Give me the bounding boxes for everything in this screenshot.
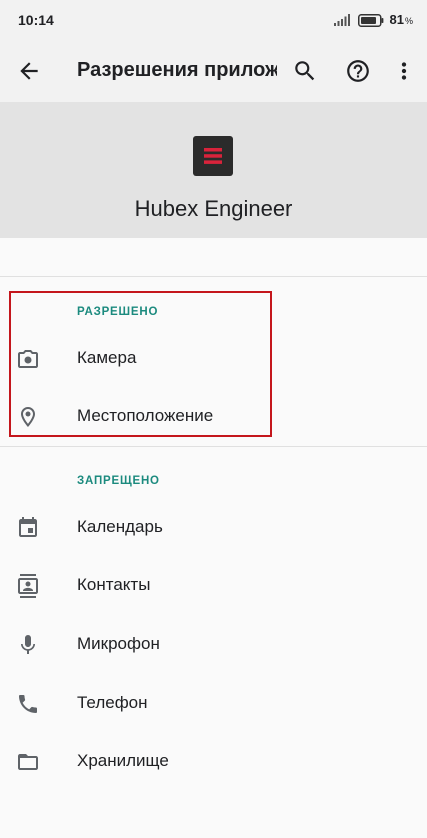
- back-button[interactable]: [16, 58, 42, 84]
- search-button[interactable]: [292, 58, 318, 84]
- permission-item-camera[interactable]: Камера: [0, 330, 427, 388]
- calendar-icon: [16, 516, 40, 540]
- permission-label: Микрофон: [77, 634, 160, 653]
- contacts-icon: [16, 574, 40, 598]
- status-time: 10:14: [18, 12, 54, 28]
- app-name: Hubex Engineer: [134, 196, 293, 221]
- more-vert-icon: [401, 62, 407, 80]
- phone-icon: [16, 692, 40, 716]
- section-title-denied: ЗАПРЕЩЕНО: [77, 475, 160, 487]
- camera-icon: [16, 347, 40, 371]
- permission-item-contacts[interactable]: Контакты: [0, 557, 427, 615]
- permission-label: Камера: [77, 348, 137, 367]
- help-circle-icon: [347, 60, 369, 82]
- permission-label: Хранилище: [77, 751, 169, 770]
- permission-label: Местоположение: [77, 406, 214, 425]
- app-bar: Разрешения приложений: [0, 40, 427, 102]
- location-pin-icon: [16, 405, 40, 429]
- permission-label: Телефон: [77, 693, 148, 712]
- arrow-back-icon: [20, 62, 38, 80]
- page-title: Разрешения приложений: [77, 59, 277, 81]
- battery-unit: %: [404, 16, 413, 26]
- divider: [0, 446, 427, 447]
- status-bar: 10:14 81%: [0, 0, 427, 40]
- permission-item-storage[interactable]: Хранилище: [0, 733, 427, 791]
- app-logo-icon: [193, 136, 233, 176]
- more-options-button[interactable]: [391, 58, 417, 84]
- battery-percent: 81: [389, 12, 404, 27]
- app-header: Hubex Engineer: [0, 102, 427, 238]
- permission-item-phone[interactable]: Телефон: [0, 675, 427, 733]
- permission-item-location[interactable]: Местоположение: [0, 388, 427, 446]
- status-indicators: 81%: [333, 11, 413, 29]
- divider: [0, 276, 427, 277]
- battery-icon: [357, 13, 384, 27]
- section-title-allowed: РАЗРЕШЕНО: [77, 306, 159, 318]
- permission-label: Календарь: [77, 517, 163, 536]
- help-button[interactable]: [345, 58, 371, 84]
- permission-item-calendar[interactable]: Календарь: [0, 499, 427, 557]
- folder-icon: [16, 750, 40, 774]
- microphone-icon: [16, 633, 40, 657]
- permission-item-microphone[interactable]: Микрофон: [0, 616, 427, 674]
- signal-icon: [333, 14, 352, 26]
- permission-label: Контакты: [77, 575, 151, 594]
- search-icon: [295, 61, 315, 81]
